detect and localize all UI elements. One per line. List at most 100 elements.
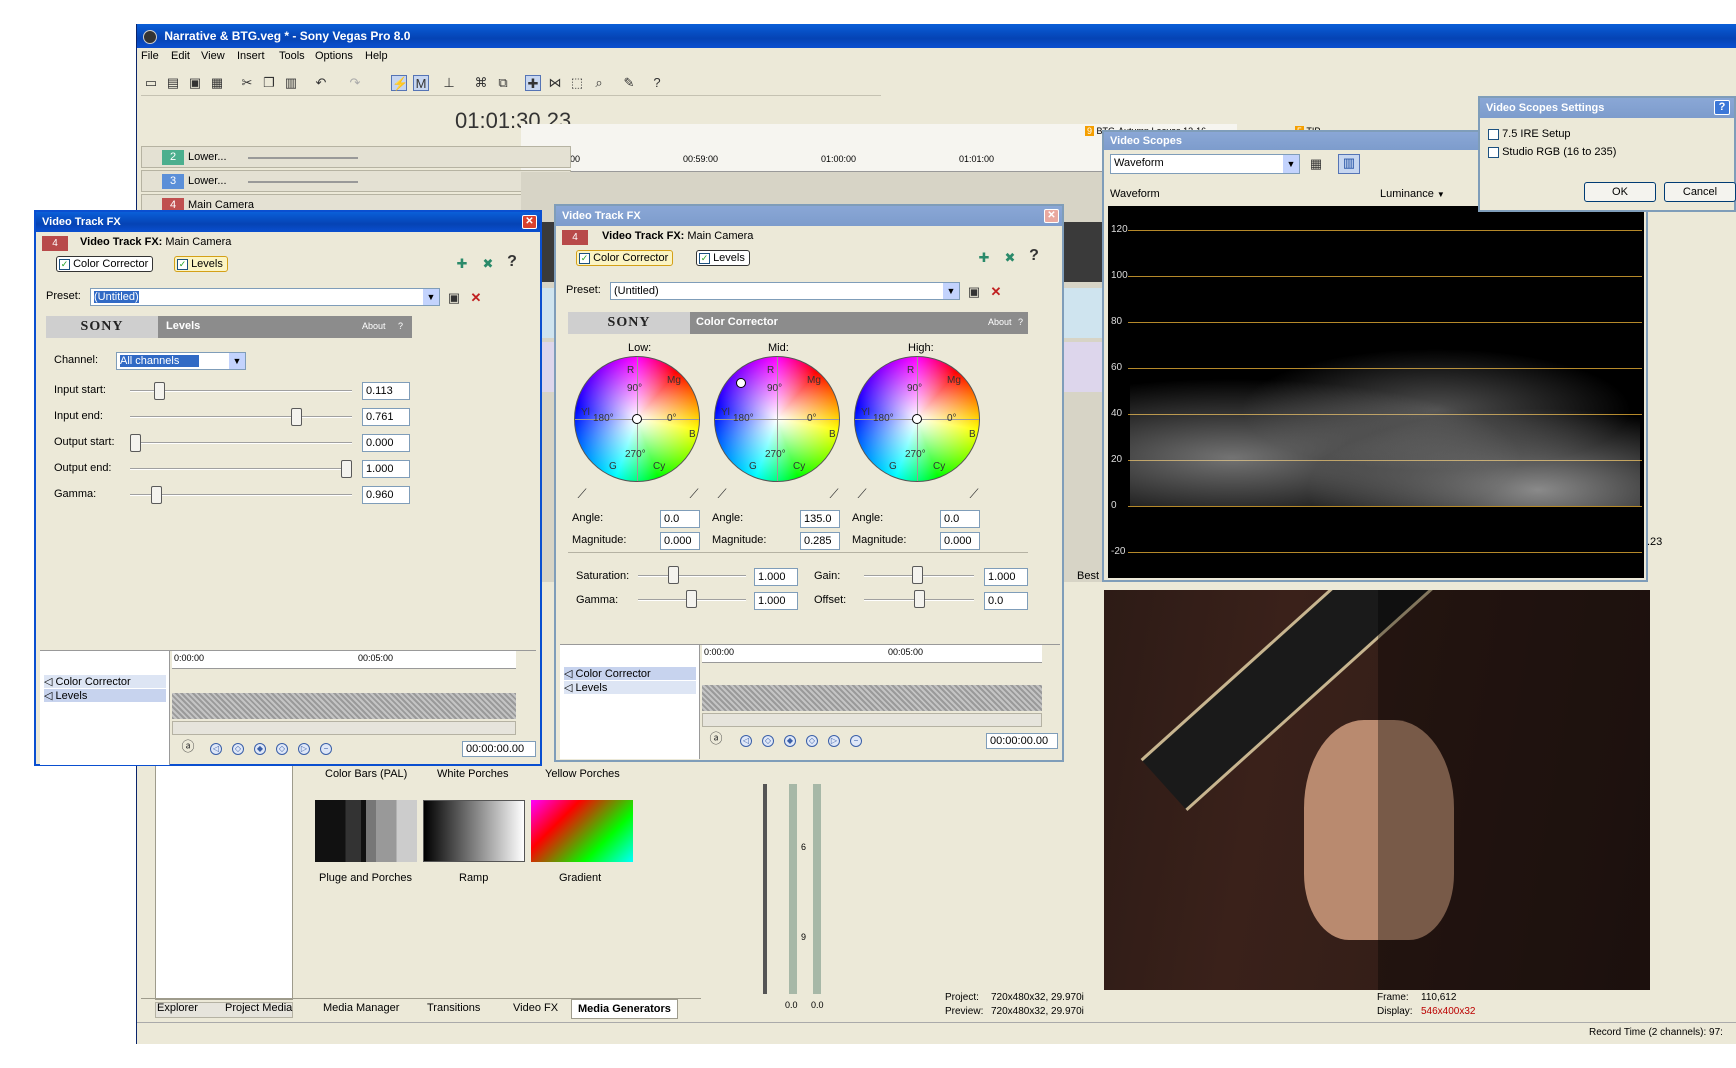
- cc-sync-cursor-icon[interactable]: ⓐ: [708, 731, 724, 747]
- gain-thumb[interactable]: [912, 566, 923, 584]
- cc-gamma-field[interactable]: 1.000: [754, 592, 798, 610]
- fx-levels-window[interactable]: Video Track FX ✕ 4 Video Track FX: Main C…: [34, 210, 542, 766]
- render-icon[interactable]: ▦: [209, 75, 225, 91]
- menu-insert[interactable]: Insert: [237, 50, 265, 62]
- selection-tool-icon[interactable]: ⬚: [569, 75, 585, 91]
- levels-param-slider[interactable]: [130, 494, 352, 496]
- preset-input[interactable]: (Untitled) ▼: [90, 288, 440, 306]
- gen-label-pluge[interactable]: Pluge and Porches: [319, 872, 412, 884]
- new-file-icon[interactable]: ▭: [143, 75, 159, 91]
- kf-hatched-area[interactable]: [172, 693, 516, 719]
- chevron-down-icon[interactable]: ▼: [229, 353, 245, 369]
- levels-param-field[interactable]: 0.000: [362, 434, 410, 452]
- chevron-down-icon[interactable]: ▼: [943, 283, 959, 299]
- gen-label-gradient[interactable]: Gradient: [559, 872, 601, 884]
- next-keyframe-icon[interactable]: ◇: [276, 743, 288, 755]
- track-header-1[interactable]: 2 Lower...: [141, 146, 571, 168]
- gen-thumb-pluge[interactable]: [315, 800, 417, 862]
- levels-param-slider[interactable]: [130, 416, 352, 418]
- levels-param-slider[interactable]: [130, 468, 352, 470]
- gen-label-white-porches[interactable]: White Porches: [437, 768, 509, 780]
- whats-this-help-icon[interactable]: ?: [649, 75, 665, 91]
- cc-last-keyframe-icon[interactable]: ▷: [828, 735, 840, 747]
- gen-thumb-gradient[interactable]: [531, 800, 633, 862]
- levels-param-field[interactable]: 0.761: [362, 408, 410, 426]
- cc-kf-hscroll[interactable]: [702, 713, 1042, 727]
- chain-levels[interactable]: ✓ Levels: [174, 256, 228, 272]
- menu-file[interactable]: File: [141, 50, 159, 62]
- paste-icon[interactable]: ▥: [283, 75, 299, 91]
- chevron-down-icon[interactable]: ▼: [423, 289, 439, 305]
- wheel-handle[interactable]: [735, 377, 746, 388]
- cc-preset-input[interactable]: (Untitled) ▼: [610, 282, 960, 300]
- levels-param-thumb[interactable]: [153, 382, 165, 400]
- menu-edit[interactable]: Edit: [171, 50, 190, 62]
- magnitude-field[interactable]: 0.000: [660, 532, 700, 550]
- about-link[interactable]: About: [362, 321, 386, 331]
- cancel-button[interactable]: Cancel: [1664, 182, 1736, 202]
- cc-kf-time-field[interactable]: 00:00:00.00: [986, 733, 1058, 749]
- cc-delete-keyframe-icon[interactable]: −: [850, 735, 862, 747]
- about-help-icon[interactable]: ?: [398, 321, 403, 331]
- tab-media-generators[interactable]: Media Generators: [571, 999, 678, 1019]
- master-meter[interactable]: 6 9 0.0 0.0: [733, 764, 833, 1014]
- cc-first-keyframe-icon[interactable]: ◁: [740, 735, 752, 747]
- delete-preset-icon[interactable]: ✕: [468, 290, 484, 306]
- eyedropper-icon[interactable]: ⟋: [966, 486, 982, 502]
- first-keyframe-icon[interactable]: ◁: [210, 743, 222, 755]
- tab-media-manager[interactable]: Media Manager: [323, 999, 399, 1017]
- eyedropper-icon[interactable]: ⟋: [854, 486, 870, 502]
- ire-setup-checkbox[interactable]: 7.5 IRE Setup: [1488, 128, 1571, 140]
- sync-cursor-icon[interactable]: ⓐ: [180, 739, 196, 755]
- kf-ruler[interactable]: 0:00:00 00:05:00: [172, 651, 516, 669]
- scope-channel-select[interactable]: Luminance ▼: [1380, 188, 1445, 200]
- crossfade-icon[interactable]: ⧉: [495, 75, 511, 91]
- open-folder-icon[interactable]: ▤: [165, 75, 181, 91]
- saturation-thumb[interactable]: [668, 566, 679, 584]
- tab-transitions[interactable]: Transitions: [427, 999, 480, 1017]
- delete-keyframe-icon[interactable]: −: [320, 743, 332, 755]
- saturation-field[interactable]: 1.000: [754, 568, 798, 586]
- cc-delete-preset-icon[interactable]: ✕: [988, 284, 1004, 300]
- add-keyframe-icon[interactable]: ◆: [254, 743, 266, 755]
- save-icon[interactable]: ▣: [187, 75, 203, 91]
- levels-param-thumb[interactable]: [290, 408, 302, 426]
- wheel-handle[interactable]: [632, 414, 642, 424]
- master-fader[interactable]: [763, 784, 767, 994]
- scope-settings-dialog[interactable]: Video Scopes Settings? 7.5 IRE Setup Stu…: [1478, 96, 1736, 212]
- envelope-tool-icon[interactable]: ⋈: [547, 75, 563, 91]
- track-1-level-slider[interactable]: [248, 157, 358, 159]
- tab-explorer[interactable]: Explorer: [157, 999, 198, 1017]
- track-2-level-slider[interactable]: [248, 181, 358, 183]
- menu-help[interactable]: Help: [365, 50, 388, 62]
- menu-view[interactable]: View: [201, 50, 225, 62]
- angle-field[interactable]: 135.0: [800, 510, 840, 528]
- video-preview[interactable]: [1104, 590, 1650, 990]
- kf-hscroll[interactable]: [172, 721, 516, 735]
- gen-thumb-ramp[interactable]: [423, 800, 525, 862]
- lock-envelopes-icon[interactable]: M: [413, 75, 429, 91]
- track-2-name[interactable]: Lower...: [188, 175, 227, 187]
- ignore-grouping-icon[interactable]: ⊥: [441, 75, 457, 91]
- fx-cc-window[interactable]: Video Track FX ✕ 4 Video Track FX: Main C…: [554, 204, 1064, 762]
- save-preset-icon[interactable]: ▣: [446, 290, 462, 306]
- angle-field[interactable]: 0.0: [940, 510, 980, 528]
- cc-chain-levels[interactable]: ✓ Levels: [696, 250, 750, 266]
- track-1-name[interactable]: Lower...: [188, 151, 227, 163]
- eyedropper-icon[interactable]: ⟋: [574, 486, 590, 502]
- kf-time-field[interactable]: 00:00:00.00: [462, 741, 536, 757]
- menu-tools[interactable]: Tools: [279, 50, 305, 62]
- gen-label-yellow-porches[interactable]: Yellow Porches: [545, 768, 620, 780]
- wheel-handle[interactable]: [912, 414, 922, 424]
- cc-kf-track-color-corrector[interactable]: ◁ Color Corrector: [564, 667, 696, 680]
- eyedropper-icon[interactable]: ⟋: [714, 486, 730, 502]
- copy-icon[interactable]: ❐: [261, 75, 277, 91]
- levels-param-field[interactable]: 0.960: [362, 486, 410, 504]
- properties-icon[interactable]: ✎: [621, 75, 637, 91]
- kf-track-color-corrector[interactable]: ◁ Color Corrector: [44, 675, 166, 688]
- gain-field[interactable]: 1.000: [984, 568, 1028, 586]
- levels-param-thumb[interactable]: [151, 486, 163, 504]
- gen-label-ramp[interactable]: Ramp: [459, 872, 488, 884]
- cut-icon[interactable]: ✂: [239, 75, 255, 91]
- close-icon[interactable]: ✕: [522, 215, 537, 229]
